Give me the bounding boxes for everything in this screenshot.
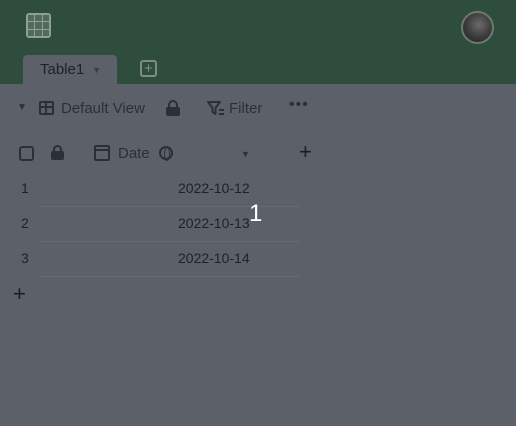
overlay-count: 1: [249, 200, 263, 227]
view-toolbar: ▼ Default View Filter •••: [0, 92, 516, 126]
row-number: 1: [21, 180, 29, 196]
tab-table1[interactable]: Table1 ▼: [23, 55, 117, 84]
app-window: Table1 ▼ + ▼ Default View Filter ••• Dat…: [0, 0, 516, 426]
lock-icon[interactable]: [166, 100, 180, 116]
app-grid-icon[interactable]: [26, 13, 51, 38]
table-row[interactable]: 3 2022-10-14: [0, 243, 300, 277]
view-selector[interactable]: Default View: [61, 100, 145, 117]
filter-icon[interactable]: [207, 100, 225, 116]
grid-view-icon: [39, 101, 54, 115]
filter-button[interactable]: Filter: [229, 100, 262, 117]
date-cell[interactable]: 2022-10-12: [178, 180, 250, 196]
row-number: 2: [21, 215, 29, 231]
column-header-date[interactable]: Date: [118, 145, 150, 162]
add-table-button[interactable]: +: [140, 60, 157, 77]
caret-down-icon[interactable]: ▼: [17, 102, 27, 113]
row-divider: [40, 241, 300, 242]
add-column-button[interactable]: +: [299, 141, 312, 163]
app-header: Table1 ▼ +: [0, 0, 516, 84]
date-cell[interactable]: 2022-10-13: [178, 215, 250, 231]
chevron-down-icon[interactable]: ▼: [241, 149, 250, 159]
row-divider: [40, 276, 300, 277]
row-number: 3: [21, 250, 29, 266]
add-row-button[interactable]: +: [13, 283, 26, 305]
tab-label: Table1: [40, 61, 85, 78]
more-options-icon[interactable]: •••: [289, 96, 309, 114]
avatar[interactable]: [461, 11, 494, 44]
date-cell[interactable]: 2022-10-14: [178, 250, 250, 266]
chevron-down-icon[interactable]: ▼: [92, 65, 101, 75]
lock-icon: [51, 145, 64, 160]
select-all-checkbox[interactable]: [19, 146, 34, 161]
table-header: [0, 138, 516, 168]
calendar-icon: [94, 145, 110, 161]
globe-icon: [159, 146, 173, 161]
